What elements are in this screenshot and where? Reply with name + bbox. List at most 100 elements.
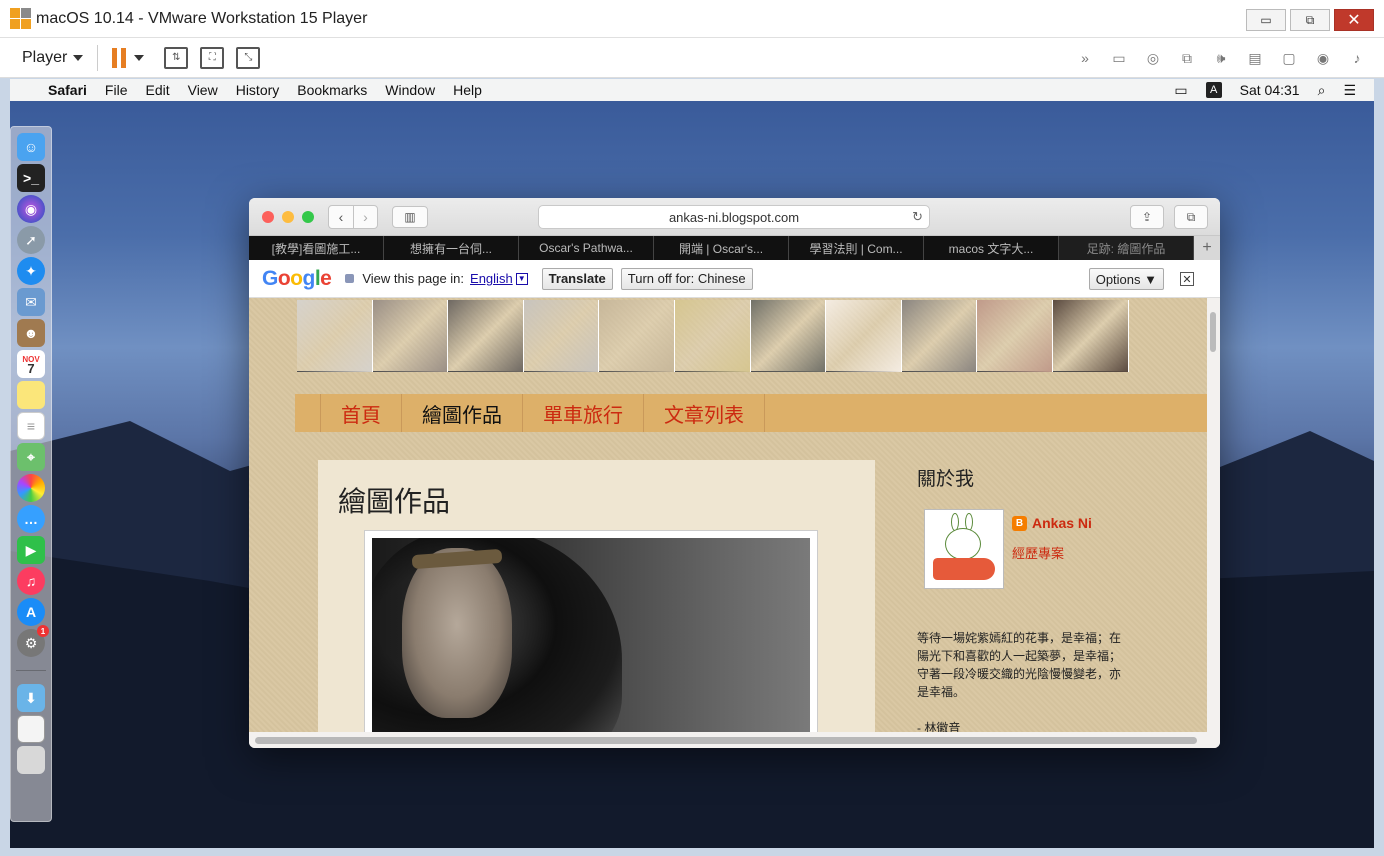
clock[interactable]: Sat 04:31: [1240, 82, 1300, 98]
tab[interactable]: 開端 | Oscar's...: [654, 236, 789, 260]
app-menu[interactable]: Safari: [48, 82, 87, 98]
google-logo: Google: [262, 266, 332, 290]
screenshot-stack-icon[interactable]: [17, 715, 45, 743]
facetime-icon[interactable]: ▶: [17, 536, 45, 564]
forward-icon[interactable]: ›: [353, 205, 377, 228]
pause-dropdown-icon[interactable]: [134, 54, 145, 61]
player-menu[interactable]: Player: [22, 49, 84, 67]
tab-overview-icon[interactable]: ⧉: [1174, 205, 1208, 229]
artwork-thumbnail[interactable]: [372, 300, 449, 372]
photos-icon[interactable]: [17, 474, 45, 502]
input-source-icon[interactable]: A: [1205, 82, 1222, 98]
language-dropdown-icon[interactable]: ▼: [515, 272, 528, 285]
menu-edit[interactable]: Edit: [145, 82, 169, 98]
terminal-icon[interactable]: >_: [17, 164, 45, 192]
artwork-thumbnail[interactable]: [977, 300, 1053, 372]
mail-icon[interactable]: ✉: [17, 288, 45, 316]
itunes-icon[interactable]: ♫: [17, 567, 45, 595]
cd-dvd-icon[interactable]: ◎: [1142, 47, 1164, 69]
artwork-thumbnail[interactable]: [448, 300, 524, 372]
safari-icon[interactable]: ✦: [17, 257, 45, 285]
horizontal-scrollbar[interactable]: [249, 732, 1220, 748]
nav-home[interactable]: 首頁: [320, 394, 401, 432]
address-bar[interactable]: ankas-ni.blogspot.com ↻: [538, 205, 930, 229]
reload-icon[interactable]: ↻: [912, 209, 923, 225]
artwork-thumbnail[interactable]: [1052, 300, 1129, 372]
usb-icon[interactable]: ▢: [1278, 47, 1300, 69]
expand-arrows-icon[interactable]: »: [1074, 47, 1096, 69]
menu-bookmarks[interactable]: Bookmarks: [297, 82, 367, 98]
speaker-icon[interactable]: ♪: [1346, 47, 1368, 69]
tab[interactable]: 想擁有一台伺...: [384, 236, 519, 260]
sound-icon[interactable]: 🕪: [1210, 47, 1232, 69]
menubar-status-area: ▭ A Sat 04:31 ⌕ ☰: [1174, 79, 1356, 101]
fullscreen-icon[interactable]: ⛶: [200, 46, 225, 69]
trash-icon[interactable]: [17, 746, 45, 774]
nav-article-list[interactable]: 文章列表: [643, 394, 765, 432]
notification-center-icon[interactable]: ☰: [1343, 82, 1356, 99]
removable-devices-icon[interactable]: ⇅: [164, 46, 189, 69]
messages-icon[interactable]: …: [17, 505, 45, 533]
finder-icon[interactable]: ☺: [17, 133, 45, 161]
artwork-thumbnail[interactable]: [826, 300, 902, 372]
launchpad-icon[interactable]: ➚: [17, 226, 45, 254]
share-icon[interactable]: ⇪: [1130, 205, 1164, 229]
downloads-folder-icon[interactable]: ⬇: [17, 684, 45, 712]
close-window-icon[interactable]: [262, 210, 274, 223]
close-translate-icon[interactable]: ✕: [1180, 272, 1194, 286]
vertical-scrollbar[interactable]: [1207, 298, 1220, 732]
artwork-thumbnail[interactable]: [750, 300, 827, 372]
menu-file[interactable]: File: [105, 82, 128, 98]
tab[interactable]: 學習法則 | Com...: [789, 236, 924, 260]
menu-view[interactable]: View: [188, 82, 218, 98]
close-button[interactable]: ✕: [1334, 9, 1374, 31]
tab-active[interactable]: 足跡: 繪圖作品: [1059, 236, 1194, 260]
menu-window[interactable]: Window: [385, 82, 435, 98]
language-select[interactable]: English: [470, 271, 513, 286]
app-store-icon[interactable]: A: [17, 598, 45, 626]
artwork-thumbnail[interactable]: [297, 300, 373, 372]
avatar[interactable]: [924, 509, 1004, 589]
back-icon[interactable]: ‹: [329, 206, 353, 228]
new-tab-button[interactable]: +: [1194, 236, 1220, 260]
safari-toolbar: ‹ › ▥ ankas-ni.blogspot.com ↻ ⇪ ⧉: [249, 198, 1220, 236]
display-mirror-icon[interactable]: ▭: [1174, 82, 1187, 99]
artwork-thumbnail[interactable]: [599, 300, 675, 372]
window-title: macOS 10.14 - VMware Workstation 15 Play…: [36, 9, 368, 27]
spotlight-search-icon[interactable]: ⌕: [1318, 82, 1326, 99]
sidebar-toggle-icon[interactable]: ▥: [392, 205, 428, 228]
tab[interactable]: Oscar's Pathwa...: [519, 236, 654, 260]
artwork-thumbnail[interactable]: [523, 300, 600, 372]
hard-disk-icon[interactable]: ▭: [1108, 47, 1130, 69]
tab[interactable]: macos 文字大...: [924, 236, 1059, 260]
network-icon[interactable]: ⧉: [1176, 47, 1198, 69]
menu-history[interactable]: History: [236, 82, 280, 98]
artwork-thumbnail[interactable]: [674, 300, 751, 372]
profile-name-link[interactable]: B Ankas Ni: [1012, 515, 1092, 531]
translate-button[interactable]: Translate: [541, 267, 613, 290]
siri-icon[interactable]: ◉: [17, 195, 45, 223]
contacts-icon[interactable]: ☻: [17, 319, 45, 347]
pause-icon[interactable]: [112, 47, 127, 68]
restore-button[interactable]: ⧉: [1290, 9, 1330, 31]
reminders-icon[interactable]: ≡: [17, 412, 45, 440]
menu-help[interactable]: Help: [453, 82, 482, 98]
nav-cycling[interactable]: 單車旅行: [522, 394, 643, 432]
maps-icon[interactable]: ⌖: [17, 443, 45, 471]
tab[interactable]: [教學]看圖施工...: [249, 236, 384, 260]
system-preferences-icon[interactable]: ⚙ 1: [17, 625, 49, 657]
calendar-icon[interactable]: NOV 7: [17, 350, 45, 378]
turn-off-button[interactable]: Turn off for: Chinese: [620, 267, 753, 290]
artwork-thumbnail[interactable]: [901, 300, 978, 372]
profile-resume-link[interactable]: 經歷專案: [1012, 543, 1092, 562]
camera-icon[interactable]: ◉: [1312, 47, 1334, 69]
post-image[interactable]: [364, 530, 818, 732]
unity-mode-icon[interactable]: ⤡: [236, 46, 261, 69]
nav-artwork[interactable]: 繪圖作品: [401, 394, 522, 432]
printer-icon[interactable]: ▤: [1244, 47, 1266, 69]
minimize-window-icon[interactable]: [282, 210, 294, 223]
notes-icon[interactable]: [17, 381, 45, 409]
zoom-window-icon[interactable]: [302, 210, 314, 223]
options-button[interactable]: Options ▼: [1088, 268, 1164, 290]
minimize-button[interactable]: ▭: [1246, 9, 1286, 31]
